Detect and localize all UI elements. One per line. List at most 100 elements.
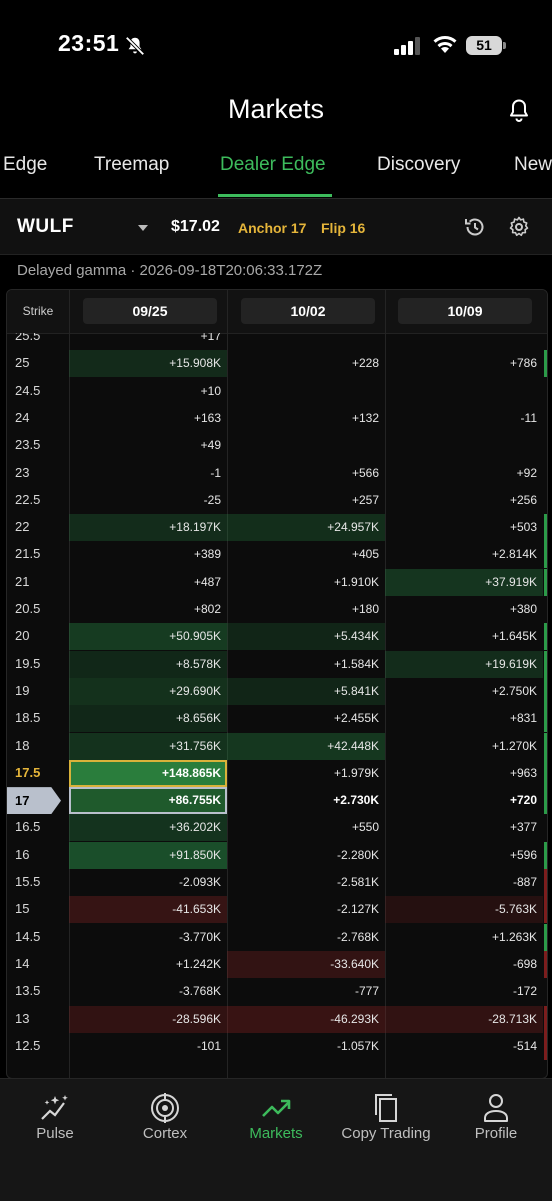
gamma-cell[interactable]: -2.581K: [227, 869, 385, 896]
gamma-cell[interactable]: +19.619K: [385, 650, 543, 678]
gamma-cell[interactable]: +720: [385, 787, 543, 814]
gamma-cell[interactable]: +389: [69, 541, 227, 568]
gamma-cell[interactable]: +802: [69, 596, 227, 623]
gamma-cell[interactable]: +15.908K: [69, 350, 227, 378]
gamma-cell[interactable]: +17: [69, 333, 227, 350]
gamma-cell[interactable]: [227, 378, 385, 405]
gamma-cell[interactable]: +37.919K: [385, 568, 543, 596]
gamma-cell[interactable]: +377: [385, 814, 543, 841]
gamma-cell[interactable]: +24.957K: [227, 514, 385, 542]
gamma-cell[interactable]: [227, 432, 385, 459]
tab-discovery[interactable]: Discovery: [377, 154, 460, 176]
gamma-cell[interactable]: -28.596K: [69, 1005, 227, 1033]
gamma-cell[interactable]: -172: [385, 978, 543, 1005]
table-row[interactable]: 22.5 -25 +257 +256: [7, 487, 547, 514]
gamma-cell[interactable]: +550: [227, 814, 385, 841]
gamma-cell[interactable]: +405: [227, 541, 385, 568]
expiration-header[interactable]: 10/02: [241, 298, 375, 324]
gamma-cell[interactable]: -5.763K: [385, 896, 543, 924]
gamma-cell[interactable]: +49: [69, 432, 227, 459]
gamma-cell[interactable]: +963: [385, 760, 543, 787]
gamma-cell[interactable]: -33.640K: [227, 950, 385, 978]
nav-pulse[interactable]: Pulse: [0, 1079, 110, 1159]
table-row[interactable]: 17 +86.755K +2.730K +720: [7, 787, 547, 815]
gamma-cell[interactable]: +42.448K: [227, 732, 385, 760]
gamma-cell[interactable]: +18.197K: [69, 514, 227, 542]
table-row[interactable]: 13 -28.596K -46.293K -28.713K: [7, 1005, 547, 1033]
gamma-cell[interactable]: [385, 378, 543, 405]
gamma-cell[interactable]: -2.768K: [227, 924, 385, 951]
table-row[interactable]: 20 +50.905K +5.434K +1.645K: [7, 623, 547, 651]
tab-new[interactable]: New: [514, 154, 552, 176]
gamma-cell[interactable]: +831: [385, 705, 543, 732]
gamma-cell[interactable]: -3.770K: [69, 924, 227, 951]
gamma-cell[interactable]: +1.242K: [69, 951, 227, 978]
ticker-symbol[interactable]: WULF: [17, 216, 74, 238]
gamma-cell[interactable]: +148.865K: [69, 759, 227, 787]
gamma-cell[interactable]: -514: [385, 1033, 543, 1060]
gamma-cell[interactable]: +786: [385, 350, 543, 377]
gamma-cell[interactable]: +10: [69, 378, 227, 405]
gamma-cell[interactable]: +487: [69, 569, 227, 596]
nav-profile[interactable]: Profile: [441, 1079, 551, 1159]
gamma-cell[interactable]: -2.093K: [69, 869, 227, 896]
gamma-cell[interactable]: -46.293K: [227, 1005, 385, 1033]
gamma-cell[interactable]: +1.584K: [227, 651, 385, 678]
gamma-cell[interactable]: +132: [227, 405, 385, 432]
gamma-cell[interactable]: +5.434K: [227, 623, 385, 651]
gamma-cell[interactable]: +5.841K: [227, 677, 385, 705]
table-row[interactable]: 25.5 +17: [7, 333, 547, 350]
table-row[interactable]: 22 +18.197K +24.957K +503: [7, 514, 547, 542]
table-row[interactable]: 23.5 +49: [7, 432, 547, 459]
expiration-header[interactable]: 09/25: [83, 298, 217, 324]
gamma-cell[interactable]: +1.270K: [385, 733, 543, 760]
gamma-cell[interactable]: +180: [227, 596, 385, 623]
gamma-cell[interactable]: +8.578K: [69, 650, 227, 678]
gamma-cell[interactable]: -101: [69, 1033, 227, 1060]
gamma-cell[interactable]: +503: [385, 514, 543, 541]
table-row[interactable]: 19.5 +8.578K +1.584K +19.619K: [7, 650, 547, 678]
gamma-cell[interactable]: +566: [227, 460, 385, 487]
gamma-cell[interactable]: +1.263K: [385, 924, 543, 951]
tab-dealer-edge[interactable]: Dealer Edge: [220, 154, 326, 176]
gamma-cell[interactable]: -1: [69, 460, 227, 487]
gamma-cell[interactable]: +257: [227, 487, 385, 514]
tab-treemap[interactable]: Treemap: [94, 154, 169, 176]
gamma-cell[interactable]: -28.713K: [385, 1005, 543, 1033]
gamma-cell[interactable]: +92: [385, 460, 543, 487]
table-row[interactable]: 16 +91.850K -2.280K +596: [7, 841, 547, 869]
gamma-cell[interactable]: -41.653K: [69, 896, 227, 924]
nav-cortex[interactable]: Cortex: [110, 1079, 220, 1159]
gamma-cell[interactable]: +29.690K: [69, 677, 227, 705]
gamma-cell[interactable]: [385, 432, 543, 459]
table-row[interactable]: 14 +1.242K -33.640K -698: [7, 950, 547, 978]
gamma-cell[interactable]: +86.755K: [69, 787, 227, 815]
gamma-cell[interactable]: -1.057K: [227, 1033, 385, 1060]
gamma-cell[interactable]: [385, 333, 543, 350]
table-row[interactable]: 23 -1 +566 +92: [7, 460, 547, 487]
gamma-cell[interactable]: +2.814K: [385, 541, 543, 568]
tab-edge[interactable]: Edge: [3, 154, 47, 176]
gamma-cell[interactable]: +91.850K: [69, 841, 227, 869]
table-row[interactable]: 15.5 -2.093K -2.581K -887: [7, 869, 547, 896]
gamma-cell[interactable]: -698: [385, 951, 543, 978]
gear-icon[interactable]: [507, 215, 531, 239]
gamma-cell[interactable]: +1.979K: [227, 760, 385, 787]
table-row[interactable]: 18 +31.756K +42.448K +1.270K: [7, 732, 547, 760]
gamma-cell[interactable]: [227, 333, 385, 350]
table-row[interactable]: 16.5 +36.202K +550 +377: [7, 814, 547, 842]
gamma-cell[interactable]: -887: [385, 869, 543, 896]
gamma-cell[interactable]: +256: [385, 487, 543, 514]
gamma-cell[interactable]: +1.910K: [227, 569, 385, 596]
gamma-cell[interactable]: +50.905K: [69, 623, 227, 651]
gamma-cell[interactable]: +163: [69, 405, 227, 432]
gamma-cell[interactable]: +2.455K: [227, 705, 385, 732]
gamma-cell[interactable]: +2.730K: [227, 787, 385, 814]
gamma-cell[interactable]: +31.756K: [69, 732, 227, 760]
table-row[interactable]: 25 +15.908K +228 +786: [7, 350, 547, 378]
table-row[interactable]: 24.5 +10: [7, 378, 547, 405]
gamma-cell[interactable]: -2.280K: [227, 842, 385, 869]
gamma-cell[interactable]: +596: [385, 842, 543, 869]
gamma-cell[interactable]: -2.127K: [227, 896, 385, 923]
table-row[interactable]: 19 +29.690K +5.841K +2.750K: [7, 677, 547, 705]
